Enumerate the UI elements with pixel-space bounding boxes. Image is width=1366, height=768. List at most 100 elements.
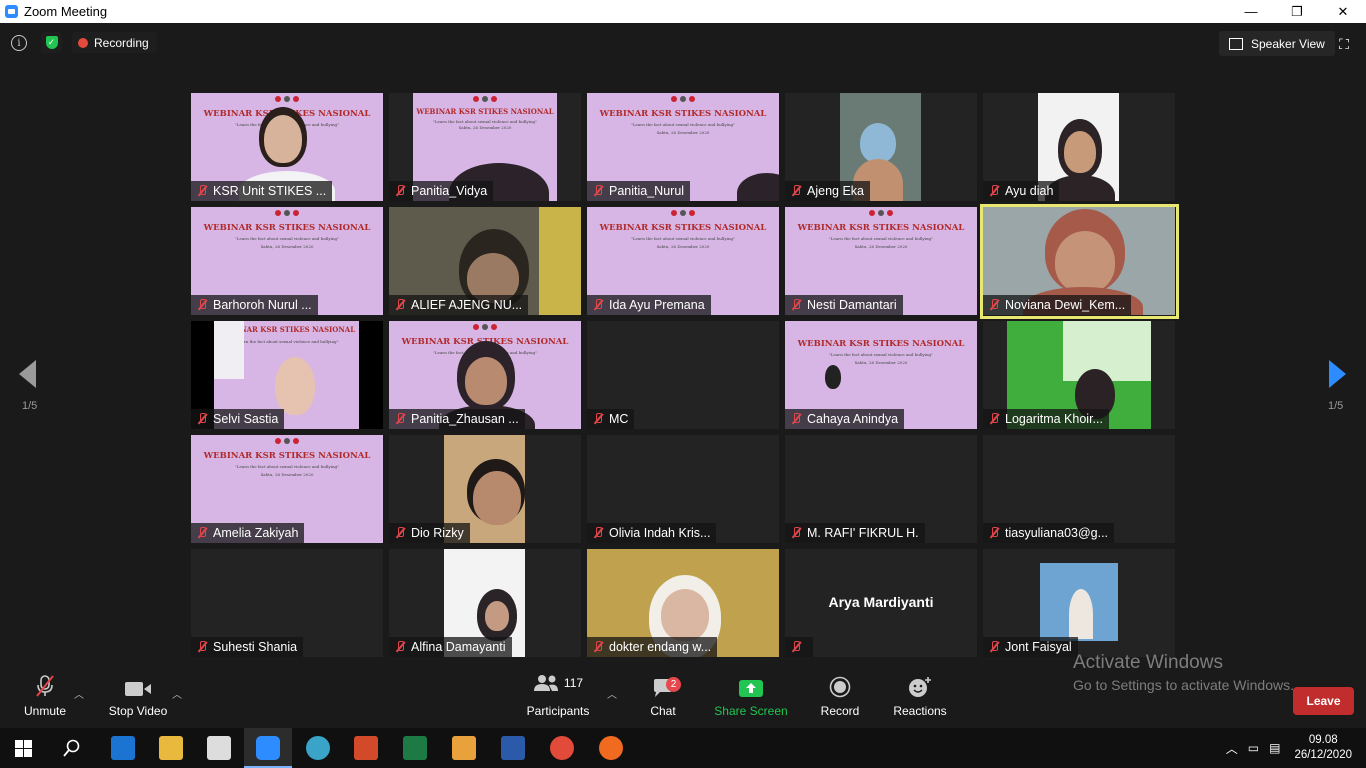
mic-muted-icon: [987, 412, 1001, 426]
firefox-icon[interactable]: [599, 736, 623, 760]
minimize-button[interactable]: —: [1228, 0, 1274, 23]
reactions-button[interactable]: Reactions: [892, 668, 948, 728]
participants-options-caret-icon[interactable]: ︿: [607, 686, 617, 701]
app-taskbar-icon-2[interactable]: [452, 736, 476, 760]
share-screen-button[interactable]: Share Screen: [714, 668, 788, 728]
video-tile[interactable]: WEBINAR KSR STIKES NASIONAL "Learn the f…: [785, 321, 977, 429]
close-button[interactable]: ✕: [1320, 0, 1366, 23]
search-icon[interactable]: [63, 739, 81, 757]
recording-indicator[interactable]: Recording: [72, 32, 157, 53]
video-tile[interactable]: MC: [587, 321, 779, 429]
video-tile[interactable]: WEBINAR KSR STIKES NASIONAL "Learn the f…: [389, 93, 581, 201]
maximize-button[interactable]: ❐: [1274, 0, 1320, 23]
windows-start-icon[interactable]: [15, 740, 32, 757]
participant-name: Jont Faisyal: [983, 637, 1078, 657]
speaker-view-button[interactable]: Speaker View: [1219, 31, 1335, 56]
video-tile[interactable]: dokter endang w...: [587, 549, 779, 657]
video-tile[interactable]: WEBINAR KSR STIKES NASIONAL "Learn the f…: [191, 321, 383, 429]
slide-subtitle: "Learn the fact about sexual violence an…: [631, 236, 735, 241]
stop-video-button[interactable]: Stop Video: [106, 668, 170, 728]
participant-name: Panitia_Vidya: [389, 181, 494, 201]
chevron-up-icon[interactable]: ︿: [1226, 740, 1238, 757]
notification-icon[interactable]: ▤: [1269, 741, 1280, 755]
participant-name: Logaritma Khoir...: [983, 409, 1109, 429]
meeting-toolbar: Unmute ︿ Stop Video ︿ 117 Participants ︿: [0, 668, 1366, 728]
slide-date: Sabtu, 26 Desember 2020: [854, 244, 908, 249]
video-tile[interactable]: Alfina Damayanti: [389, 549, 581, 657]
share-screen-label: Share Screen: [714, 704, 788, 718]
powerpoint-icon[interactable]: [354, 736, 378, 760]
page-indicator-right: 1/5: [1328, 400, 1344, 412]
video-tile[interactable]: ALIEF AJENG NU...: [389, 207, 581, 315]
participant-name: Panitia_Zhausan ...: [389, 409, 525, 429]
video-tile[interactable]: Ayu diah: [983, 93, 1175, 201]
encryption-shield-icon[interactable]: ✓: [41, 32, 62, 53]
participant-name: Olivia Indah Kris...: [587, 523, 717, 543]
excel-icon[interactable]: [403, 736, 427, 760]
mic-muted-icon: [591, 184, 605, 198]
chat-button[interactable]: 2 Chat: [646, 668, 681, 728]
stop-video-label: Stop Video: [108, 704, 168, 718]
taskbar-clock[interactable]: 09.08 26/12/2020: [1294, 733, 1352, 763]
video-tile[interactable]: Jont Faisyal: [983, 549, 1175, 657]
edge-browser-icon[interactable]: [111, 736, 135, 760]
leave-meeting-button[interactable]: Leave: [1293, 687, 1354, 715]
participants-button[interactable]: 117 Participants: [526, 668, 590, 728]
unmute-button[interactable]: Unmute: [22, 668, 68, 728]
video-tile[interactable]: Arya Mardiyanti: [785, 549, 977, 657]
video-tile[interactable]: WEBINAR KSR STIKES NASIONAL "Learn the f…: [191, 207, 383, 315]
word-icon[interactable]: [501, 736, 525, 760]
active-speaker-border: [980, 204, 1179, 319]
slide-title: WEBINAR KSR STIKES NASIONAL: [599, 109, 767, 119]
video-tile[interactable]: tiasyuliana03@g...: [983, 435, 1175, 543]
mic-muted-icon: [393, 184, 407, 198]
video-tile[interactable]: WEBINAR KSR STIKES NASIONAL "Learn the f…: [191, 93, 383, 201]
recording-label: Recording: [94, 35, 149, 50]
network-icon[interactable]: ▭: [1248, 741, 1259, 755]
video-camera-icon: [125, 682, 151, 696]
participant-name: Selvi Sastia: [191, 409, 285, 429]
microsoft-store-icon[interactable]: [207, 736, 231, 760]
participant-name: Ida Ayu Premana: [587, 295, 711, 315]
slide-date: Sabtu, 26 Desember 2020: [458, 125, 512, 130]
slide-subtitle: "Learn the fact about sexual violence an…: [829, 236, 933, 241]
video-tile[interactable]: Suhesti Shania: [191, 549, 383, 657]
record-button[interactable]: Record: [820, 668, 860, 728]
video-tile[interactable]: Dio Rizky: [389, 435, 581, 543]
participant-name: Amelia Zakiyah: [191, 523, 305, 543]
next-page-arrow-icon[interactable]: [1329, 360, 1346, 388]
app-taskbar-icon[interactable]: [306, 736, 330, 760]
participant-name: Cahaya Anindya: [785, 409, 905, 429]
slide-title: WEBINAR KSR STIKES NASIONAL: [797, 223, 965, 233]
participant-name: M. RAFI' FIKRUL H.: [785, 523, 925, 543]
previous-page-arrow-icon[interactable]: [19, 360, 36, 388]
slide-date: Sabtu, 26 Desember 2020: [656, 130, 710, 135]
chrome-icon[interactable]: [550, 736, 574, 760]
mic-muted-icon: [591, 412, 605, 426]
video-tile[interactable]: WEBINAR KSR STIKES NASIONAL "Learn the f…: [389, 321, 581, 429]
video-tile[interactable]: Logaritma Khoir...: [983, 321, 1175, 429]
zoom-taskbar-icon: [256, 736, 280, 760]
video-tile[interactable]: M. RAFI' FIKRUL H.: [785, 435, 977, 543]
video-tile[interactable]: WEBINAR KSR STIKES NASIONAL "Learn the f…: [785, 207, 977, 315]
video-tile[interactable]: Ajeng Eka: [785, 93, 977, 201]
video-tile[interactable]: Olivia Indah Kris...: [587, 435, 779, 543]
video-tile[interactable]: WEBINAR KSR STIKES NASIONAL "Learn the f…: [191, 435, 383, 543]
meeting-info-icon[interactable]: i: [11, 35, 27, 51]
zoom-taskbar-button[interactable]: [244, 728, 292, 768]
video-tile[interactable]: WEBINAR KSR STIKES NASIONAL "Learn the f…: [587, 207, 779, 315]
participants-icon: [533, 675, 558, 691]
slide-subtitle: "Learn the fact about sexual violence an…: [235, 236, 339, 241]
video-tile[interactable]: WEBINAR KSR STIKES NASIONAL "Learn the f…: [587, 93, 779, 201]
slide-date: Sabtu, 26 Desember 2020: [854, 360, 908, 365]
slide-title: WEBINAR KSR STIKES NASIONAL: [203, 451, 371, 461]
file-explorer-icon[interactable]: [159, 736, 183, 760]
mic-muted-icon: [591, 640, 605, 654]
participant-name: MC: [587, 409, 635, 429]
audio-options-caret-icon[interactable]: ︿: [74, 686, 84, 701]
zoom-app-icon: [5, 5, 18, 18]
mic-muted-icon: [195, 184, 209, 198]
video-options-caret-icon[interactable]: ︿: [172, 686, 182, 701]
record-label: Record: [820, 704, 860, 718]
fullscreen-icon[interactable]: ⛶: [1337, 37, 1351, 51]
